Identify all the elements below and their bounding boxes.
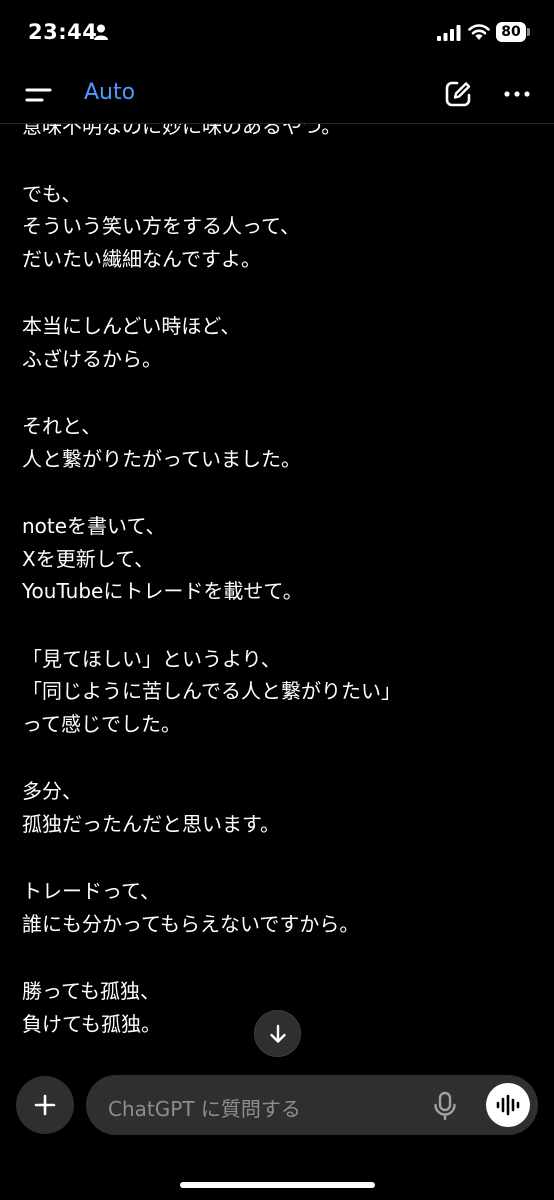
cellular-signal-icon xyxy=(437,25,461,41)
message-line: 「見てほしい」というより、 xyxy=(22,646,281,671)
home-indicator xyxy=(180,1182,375,1188)
more-icon[interactable] xyxy=(502,80,532,108)
message-line: 本当にしんどい時ほど、 xyxy=(22,314,241,338)
message-input[interactable]: ChatGPT に質問する xyxy=(86,1075,538,1135)
message-line: noteを書いて、 xyxy=(22,514,166,538)
new-chat-icon[interactable] xyxy=(444,80,472,108)
message-line: それと、 xyxy=(22,414,102,438)
person-icon xyxy=(94,24,108,40)
message-paragraph: それと、 人と繋がりたがっていました。 xyxy=(22,410,532,475)
message-paragraph: noteを書いて、 Xを更新して、 YouTubeにトレードを載せて。 xyxy=(22,510,532,608)
message-paragraph: 本当にしんどい時ほど、 ふざけるから。 xyxy=(22,310,532,375)
message-line: 孤独だったんだと思います。 xyxy=(22,811,280,836)
menu-icon[interactable] xyxy=(24,82,54,108)
voice-mode-button[interactable] xyxy=(486,1083,530,1127)
message-paragraph: トレードって、 誰にも分かってもらえないですから。 xyxy=(22,875,532,940)
message-line: だいたい繊細なんですよ。 xyxy=(22,246,261,271)
chat-message: 意味不明なのに妙に味のあるやつ。 でも、 そういう笑い方をする人って、 だいたい… xyxy=(22,110,532,1065)
wifi-icon xyxy=(468,24,490,40)
mic-icon[interactable] xyxy=(432,1091,458,1121)
add-attachment-button[interactable] xyxy=(16,1076,74,1134)
message-line: ふざけるから。 xyxy=(22,346,162,371)
message-line: でも、 xyxy=(22,181,82,206)
battery-cap xyxy=(527,28,530,36)
voice-wave-icon xyxy=(496,1094,520,1116)
composer: ChatGPT に質問する xyxy=(0,1065,554,1200)
message-line: 誰にも分かってもらえないですから。 xyxy=(22,911,360,936)
scroll-to-bottom-button[interactable] xyxy=(254,1010,301,1057)
battery-indicator: 80 xyxy=(496,22,526,42)
message-line: って感じでした。 xyxy=(22,711,181,736)
message-line: 「同じように苦しんでる人と繋がりたい」 xyxy=(22,679,401,703)
message-line: Xを更新して、 xyxy=(22,546,155,571)
message-input-placeholder: ChatGPT に質問する xyxy=(108,1097,301,1121)
message-paragraph: 「見てほしい」というより、 「同じように苦しんでる人と繋がりたい」 って感じでし… xyxy=(22,643,532,741)
message-line: 勝っても孤独、 xyxy=(22,979,160,1003)
status-bar: 23:44 80 xyxy=(0,0,554,66)
message-line: 多分、 xyxy=(22,779,82,803)
model-selector[interactable]: Auto xyxy=(84,80,135,105)
message-paragraph: でも、 そういう笑い方をする人って、 だいたい繊細なんですよ。 xyxy=(22,178,532,276)
message-line: 人と繋がりたがっていました。 xyxy=(22,446,301,471)
arrow-down-icon xyxy=(269,1024,286,1043)
plus-icon xyxy=(34,1094,56,1116)
message-line: トレードって、 xyxy=(22,879,160,903)
message-paragraph: 多分、 孤独だったんだと思います。 xyxy=(22,775,532,840)
message-line: YouTubeにトレードを載せて。 xyxy=(22,579,303,603)
message-line: そういう笑い方をする人って、 xyxy=(22,214,300,238)
status-time: 23:44 xyxy=(28,20,98,44)
top-bar: Auto xyxy=(0,66,554,124)
